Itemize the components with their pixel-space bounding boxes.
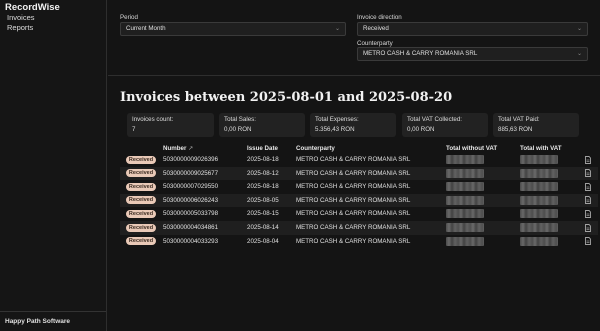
issue-date: 2025-08-14 (247, 224, 279, 231)
total-without-vat-redacted (446, 195, 484, 205)
pdf-document-icon[interactable] (585, 169, 591, 177)
issue-date: 2025-08-12 (247, 169, 279, 177)
counterparty: METRO CASH & CARRY ROMANIA SRL (296, 210, 411, 218)
issue-date: 2025-08-05 (247, 196, 279, 204)
chevron-down-icon: ⌄ (576, 26, 582, 32)
status-badge: Received (126, 209, 156, 218)
issue-date: 2025-08-18 (247, 183, 279, 191)
table-row[interactable]: Received 5030000005033798 2025-08-15 METRO … (120, 207, 598, 221)
card-value: 7 (132, 126, 136, 133)
invoice-number: 5030000004033293 (163, 237, 219, 245)
summary-card-total-vat-paid: Total VAT Paid: 885,63 RON (493, 113, 579, 137)
card-value: 885,63 RON (498, 126, 533, 133)
sidebar-footer: Happy Path Software (5, 318, 71, 325)
invoice-number: 5030000004034861 (163, 224, 219, 231)
pdf-document-icon[interactable] (585, 155, 591, 164)
counterparty: METRO CASH & CARRY ROMANIA SRL (296, 183, 411, 191)
total-with-vat-redacted (520, 155, 558, 164)
table-row[interactable]: Received 5030000006026243 2025-08-05 METRO … (120, 193, 598, 208)
counterparty: METRO CASH & CARRY ROMANIA SRL (296, 156, 411, 163)
invoice-number: 5030000009026396 (163, 156, 219, 163)
sidebar: RecordWise Invoices Reports Happy Path S… (0, 0, 107, 331)
status-badge: Received (126, 169, 156, 178)
period-select-value: Current Month (126, 25, 166, 32)
total-with-vat-redacted (520, 209, 558, 219)
invoice-number: 5030000005033798 (163, 210, 219, 218)
page-title: Invoices between 2025-08-01 and 2025-08-… (120, 90, 453, 105)
pdf-document-icon[interactable] (585, 237, 591, 245)
summary-card-total-vat-collected: Total VAT Collected: 0,00 RON (402, 113, 488, 137)
invoice-number: 5030000009025677 (163, 169, 219, 177)
counterparty-label: Counterparty (357, 40, 393, 47)
sidebar-divider (0, 311, 106, 312)
status-badge: Received (126, 223, 156, 232)
direction-select[interactable]: Received ⌄ (357, 22, 588, 36)
card-label: Total Expenses: (315, 116, 359, 123)
total-with-vat-redacted (520, 195, 558, 205)
summary-card-invoices-count: Invoices count: 7 (127, 113, 214, 137)
counterparty: METRO CASH & CARRY ROMANIA SRL (296, 237, 411, 245)
sidebar-item-reports[interactable]: Reports (7, 23, 33, 32)
status-badge: Received (126, 182, 156, 191)
table-row[interactable]: Received 5030000009025677 2025-08-12 METRO … (120, 166, 598, 181)
sidebar-item-invoices[interactable]: Invoices (7, 13, 35, 22)
total-without-vat-redacted (446, 155, 484, 164)
table-row[interactable]: Received 5030000009026396 2025-08-18 METRO … (120, 153, 598, 167)
status-badge: Received (126, 196, 156, 205)
total-without-vat-redacted (446, 236, 484, 246)
external-link-icon: ↗ (188, 146, 194, 152)
card-value: 0,00 RON (407, 126, 435, 133)
issue-date: 2025-08-18 (247, 156, 279, 163)
pdf-document-icon[interactable] (585, 182, 591, 191)
pdf-document-icon[interactable] (585, 210, 591, 218)
column-header-total-without-vat[interactable]: Total without VAT (446, 145, 497, 152)
table-row[interactable]: Received 5030000004033293 2025-08-04 METRO … (120, 235, 598, 249)
counterparty-select-value: METRO CASH & CARRY ROMANIA SRL (363, 50, 478, 57)
counterparty: METRO CASH & CARRY ROMANIA SRL (296, 196, 411, 204)
column-header-total-with-vat[interactable]: Total with VAT (520, 145, 562, 152)
table-row[interactable]: Received 5030000007029550 2025-08-18 METRO … (120, 180, 598, 194)
summary-card-total-sales: Total Sales: 0,00 RON (219, 113, 305, 137)
period-label: Period (120, 14, 138, 21)
total-with-vat-redacted (520, 182, 558, 192)
issue-date: 2025-08-15 (247, 210, 279, 218)
card-value: 5.356,43 RON (315, 126, 355, 133)
app-brand: RecordWise (5, 2, 60, 13)
total-without-vat-redacted (446, 223, 484, 232)
status-badge: Received (126, 237, 156, 246)
period-select[interactable]: Current Month ⌄ (120, 22, 346, 36)
invoice-number: 5030000007029550 (163, 183, 219, 191)
section-divider (108, 75, 600, 76)
total-with-vat-redacted (520, 168, 558, 178)
card-label: Total VAT Collected: (407, 116, 463, 123)
total-with-vat-redacted (520, 236, 558, 246)
column-header-number-label: Number (163, 145, 187, 152)
chevron-down-icon: ⌄ (334, 26, 340, 32)
total-without-vat-redacted (446, 168, 484, 178)
pdf-document-icon[interactable] (585, 223, 591, 232)
total-without-vat-redacted (446, 182, 484, 192)
counterparty: METRO CASH & CARRY ROMANIA SRL (296, 169, 411, 177)
card-label: Invoices count: (132, 116, 174, 123)
column-header-number[interactable]: Number ↗ (163, 145, 193, 152)
card-label: Total Sales: (224, 116, 256, 123)
direction-select-value: Received (363, 25, 389, 32)
pdf-document-icon[interactable] (585, 196, 591, 205)
summary-card-total-expenses: Total Expenses: 5.356,43 RON (310, 113, 396, 137)
total-with-vat-redacted (520, 223, 558, 232)
table-row[interactable]: Received 5030000004034861 2025-08-14 METRO … (120, 221, 598, 235)
counterparty: METRO CASH & CARRY ROMANIA SRL (296, 224, 411, 231)
counterparty-select[interactable]: METRO CASH & CARRY ROMANIA SRL ⌄ (357, 47, 588, 61)
chevron-down-icon: ⌄ (576, 51, 582, 57)
card-label: Total VAT Paid: (498, 116, 540, 123)
main-content: Period Current Month ⌄ Invoice direction… (108, 0, 600, 331)
total-without-vat-redacted (446, 209, 484, 219)
card-value: 0,00 RON (224, 126, 252, 133)
column-header-counterparty[interactable]: Counterparty (296, 145, 335, 152)
status-badge: Received (126, 155, 156, 164)
issue-date: 2025-08-04 (247, 237, 279, 245)
invoice-number: 5030000006026243 (163, 196, 219, 204)
column-header-issue-date[interactable]: Issue Date (247, 145, 278, 152)
direction-label: Invoice direction (357, 14, 402, 21)
